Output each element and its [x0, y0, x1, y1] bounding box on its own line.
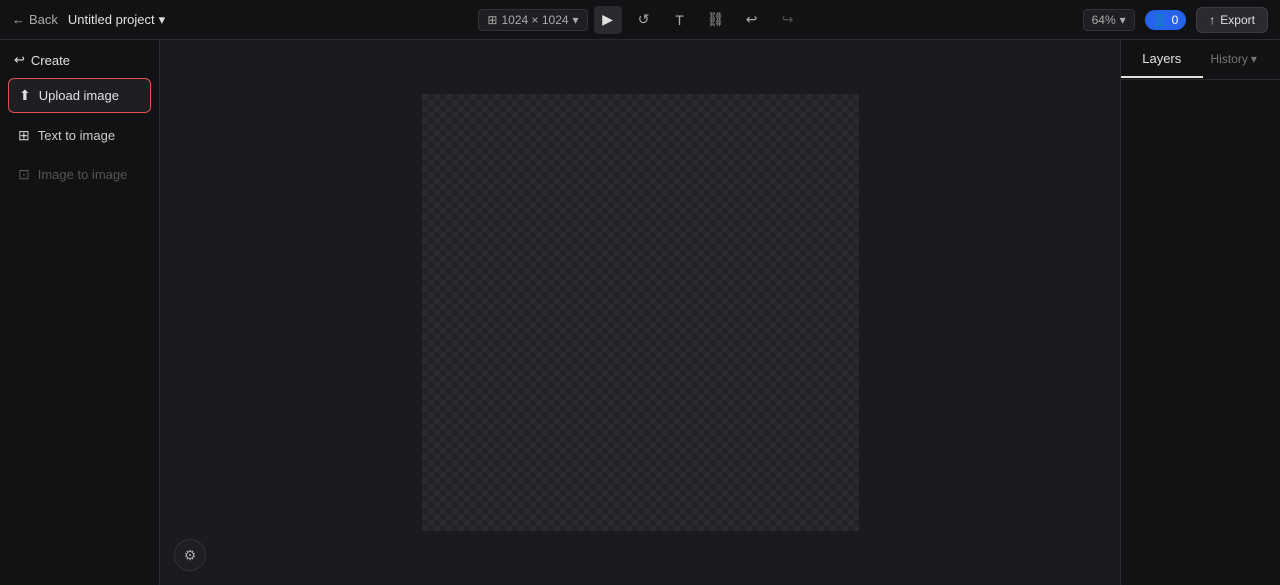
- canvas-size-icon: ⊞: [487, 13, 497, 27]
- user-icon: 👤: [1153, 13, 1168, 27]
- canvas-size-selector[interactable]: ⊞ 1024 × 1024 ▾: [478, 9, 587, 31]
- back-arrow-icon: ←: [12, 12, 25, 27]
- history-chevron-icon: ▾: [1251, 52, 1257, 66]
- zoom-control[interactable]: 64% ▾: [1083, 9, 1135, 31]
- settings-icon: ⚙: [184, 547, 197, 564]
- canvas-area: ⚙: [160, 40, 1120, 585]
- toolbar-icons: ▶ ↺ T ⛓ ↩ ↪: [594, 6, 802, 34]
- project-title[interactable]: Untitled project ▾: [68, 12, 165, 28]
- main-layout: ↩ Create ⬆ Upload image ⊞ Text to image …: [0, 40, 1280, 585]
- user-count: 0: [1172, 13, 1179, 27]
- export-button[interactable]: ↑ Export: [1196, 7, 1268, 33]
- sidebar-item-image-to-image: ⊡ Image to image: [8, 158, 151, 191]
- canvas-size-value: 1024 × 1024: [501, 13, 568, 27]
- upload-image-label: Upload image: [39, 88, 119, 103]
- left-sidebar: ↩ Create ⬆ Upload image ⊞ Text to image …: [0, 40, 160, 585]
- history-tab-label: History: [1211, 52, 1248, 66]
- text-to-image-label: Text to image: [38, 128, 115, 143]
- tab-layers[interactable]: Layers: [1121, 41, 1203, 78]
- bottom-bar: ⚙: [174, 539, 206, 571]
- user-badge: 👤 0: [1145, 10, 1187, 30]
- project-title-chevron-icon: ▾: [159, 12, 166, 28]
- link-tool-button[interactable]: ⛓: [702, 6, 730, 34]
- export-label: Export: [1220, 13, 1255, 27]
- tab-history[interactable]: History ▾: [1203, 42, 1280, 78]
- image-to-image-label: Image to image: [38, 167, 128, 182]
- settings-button[interactable]: ⚙: [174, 539, 206, 571]
- sidebar-item-upload-image[interactable]: ⬆ Upload image: [8, 78, 151, 113]
- create-arrow-icon: ↩: [14, 52, 25, 68]
- upload-image-icon: ⬆: [19, 87, 31, 104]
- zoom-value: 64%: [1092, 13, 1116, 27]
- topbar: ← Back Untitled project ▾ ⊞ 1024 × 1024 …: [0, 0, 1280, 40]
- image-to-image-icon: ⊡: [18, 166, 30, 183]
- back-label: Back: [29, 12, 58, 27]
- canvas-size-chevron-icon: ▾: [573, 13, 579, 27]
- zoom-chevron-icon: ▾: [1120, 13, 1126, 27]
- text-tool-button[interactable]: T: [666, 6, 694, 34]
- topbar-right: 64% ▾ 👤 0 ↑ Export: [855, 7, 1268, 33]
- right-sidebar-header: Layers History ▾: [1121, 40, 1280, 80]
- back-button[interactable]: ← Back: [12, 12, 58, 27]
- export-icon: ↑: [1209, 13, 1215, 27]
- topbar-center: ⊞ 1024 × 1024 ▾ ▶ ↺ T ⛓ ↩ ↪: [433, 6, 846, 34]
- play-tool-button[interactable]: ▶: [594, 6, 622, 34]
- canvas[interactable]: [422, 94, 859, 531]
- layers-tab-label: Layers: [1142, 51, 1181, 66]
- text-to-image-icon: ⊞: [18, 127, 30, 144]
- undo-button[interactable]: ↩: [738, 6, 766, 34]
- redo-button[interactable]: ↪: [774, 6, 802, 34]
- sidebar-item-text-to-image[interactable]: ⊞ Text to image: [8, 119, 151, 152]
- create-label: Create: [31, 53, 70, 68]
- create-header: ↩ Create: [8, 48, 151, 72]
- right-sidebar: Layers History ▾: [1120, 40, 1280, 585]
- rotate-tool-button[interactable]: ↺: [630, 6, 658, 34]
- topbar-left: ← Back Untitled project ▾: [12, 12, 425, 28]
- project-title-text: Untitled project: [68, 12, 155, 27]
